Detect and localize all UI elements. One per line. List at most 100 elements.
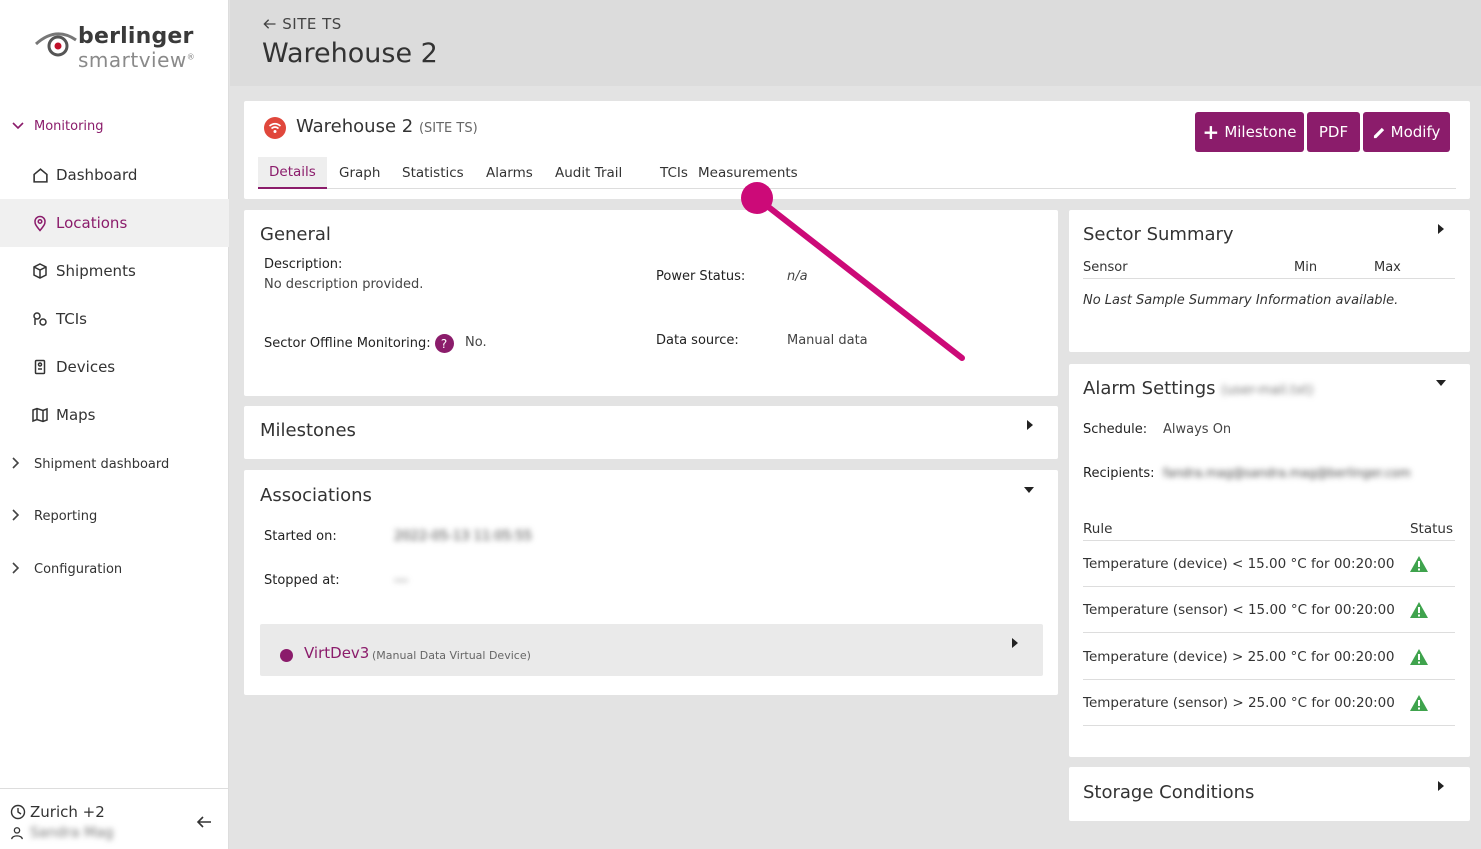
offline-monitoring-value: No. <box>465 335 487 350</box>
nav-group-label: Reporting <box>34 508 98 524</box>
current-user[interactable]: Sandra Mag <box>10 825 114 841</box>
sidebar-item-devices[interactable]: Devices <box>0 343 229 391</box>
nav-group-shipment-dashboard[interactable]: Shipment dashboard <box>0 454 229 474</box>
expand-right-icon[interactable] <box>1012 638 1018 648</box>
collapse-down-icon[interactable] <box>1436 380 1446 386</box>
nav-group-reporting[interactable]: Reporting <box>0 506 229 526</box>
sidebar-item-label: Locations <box>56 214 128 232</box>
power-status-label: Power Status: <box>656 269 746 284</box>
rule-text: Temperature (sensor) < 15.00 °C for 00:2… <box>1083 601 1395 618</box>
arrow-left-icon <box>263 19 276 29</box>
alarm-settings-card: Alarm Settings (user-mail.txt) Schedule:… <box>1069 364 1470 757</box>
warning-icon <box>1410 601 1428 618</box>
back-link-label: SITE TS <box>282 15 342 33</box>
data-source-value: Manual data <box>787 333 868 348</box>
pdf-button[interactable]: PDF <box>1307 112 1360 152</box>
brand-line1: berlinger <box>78 24 194 49</box>
expand-right-icon[interactable] <box>1438 781 1444 791</box>
started-on-value: 2022-05-13 11:05:55 <box>394 529 533 544</box>
col-status: Status <box>1409 521 1453 537</box>
sidebar-item-label: Shipments <box>56 262 136 280</box>
nav-group-label: Shipment dashboard <box>34 456 170 472</box>
warning-icon <box>1410 648 1428 665</box>
milestones-card[interactable]: Milestones <box>244 406 1058 459</box>
nav-group-label: Configuration <box>34 561 123 577</box>
rule-row[interactable]: Temperature (device) > 25.00 °C for 00:2… <box>1083 634 1455 680</box>
tab-audit-trail[interactable]: Audit Trail <box>544 157 633 189</box>
card-title: Associations <box>260 485 372 506</box>
device-icon <box>0 359 56 375</box>
sidebar-item-shipments[interactable]: Shipments <box>0 247 229 295</box>
device-type: (Manual Data Virtual Device) <box>372 649 531 662</box>
plus-icon: + <box>1202 120 1220 144</box>
modify-button[interactable]: Modify <box>1363 112 1450 152</box>
sidebar-item-locations[interactable]: Locations <box>0 199 229 247</box>
general-card: General Description: No description prov… <box>244 210 1058 396</box>
device-row[interactable]: VirtDev3 (Manual Data Virtual Device) <box>260 624 1043 676</box>
berlinger-logo[interactable]: berlinger smartview® <box>34 24 204 74</box>
sidebar-item-tcis[interactable]: TCIs <box>0 295 229 343</box>
stopped-at-label: Stopped at: <box>264 573 340 588</box>
add-milestone-button[interactable]: + Milestone <box>1195 112 1304 152</box>
power-status-value: n/a <box>787 269 808 284</box>
collapse-sidebar-button[interactable] <box>196 813 212 834</box>
card-title: Sector Summary <box>1083 224 1234 245</box>
card-title: Storage Conditions <box>1083 782 1255 803</box>
tab-graph[interactable]: Graph <box>328 157 391 189</box>
warning-icon <box>1410 555 1428 572</box>
help-icon[interactable]: ? <box>434 334 454 353</box>
expand-right-icon[interactable] <box>1438 224 1444 234</box>
rule-row[interactable]: Temperature (sensor) < 15.00 °C for 00:2… <box>1083 587 1455 633</box>
sidebar-item-label: Devices <box>56 358 116 376</box>
description-label: Description: <box>264 257 343 272</box>
home-icon <box>0 167 56 184</box>
rule-row[interactable]: Temperature (device) < 15.00 °C for 00:2… <box>1083 541 1455 587</box>
location-name: Warehouse 2 <box>296 116 414 137</box>
schedule-label: Schedule: <box>1083 422 1148 437</box>
summary-empty-text: No Last Sample Summary Information avail… <box>1083 293 1399 308</box>
arrow-left-icon <box>196 816 211 828</box>
sidebar-item-label: Dashboard <box>56 166 138 184</box>
sidebar-item-maps[interactable]: Maps <box>0 391 229 439</box>
chevron-right-icon <box>0 508 34 524</box>
device-status-dot <box>280 649 293 662</box>
clock-icon <box>10 804 26 820</box>
offline-monitoring-label: Sector Offline Monitoring:? <box>264 334 454 353</box>
rule-row[interactable]: Temperature (sensor) > 25.00 °C for 00:2… <box>1083 680 1455 726</box>
started-on-label: Started on: <box>264 529 337 544</box>
tab-statistics[interactable]: Statistics <box>391 157 475 189</box>
sidebar-item-dashboard[interactable]: Dashboard <box>0 151 229 199</box>
device-name[interactable]: VirtDev3 <box>304 644 369 662</box>
map-icon <box>0 407 56 423</box>
nav-group-configuration[interactable]: Configuration <box>0 559 229 579</box>
location-name-row: Warehouse 2 (SITE TS) <box>296 116 478 137</box>
collapse-down-icon[interactable] <box>1024 487 1034 493</box>
rule-text: Temperature (sensor) > 25.00 °C for 00:2… <box>1083 694 1395 711</box>
description-value: No description provided. <box>264 277 424 292</box>
timezone-label: Zurich +2 <box>30 803 105 821</box>
chevron-right-icon <box>0 456 34 472</box>
tab-details[interactable]: Details <box>258 157 327 189</box>
tab-bar: Details Graph Statistics Alarms Audit Tr… <box>258 157 1456 189</box>
tci-icon <box>0 311 56 327</box>
rule-text: Temperature (device) > 25.00 °C for 00:2… <box>1083 648 1395 665</box>
expand-right-icon[interactable] <box>1027 420 1033 430</box>
nav-group-label: Monitoring <box>34 118 104 134</box>
col-max: Max <box>1374 260 1401 275</box>
sector-summary-card: Sector Summary Sensor Min Max No Last Sa… <box>1069 210 1470 352</box>
chevron-right-icon <box>0 561 34 577</box>
tab-measurements[interactable]: Measurements <box>687 157 809 189</box>
timezone[interactable]: Zurich +2 <box>10 803 105 821</box>
nav-group-monitoring[interactable]: Monitoring <box>0 116 229 136</box>
col-rule: Rule <box>1083 521 1113 537</box>
location-site: (SITE TS) <box>418 121 478 136</box>
back-link[interactable]: SITE TS <box>262 15 342 33</box>
warning-icon <box>1410 694 1428 711</box>
storage-conditions-card[interactable]: Storage Conditions <box>1069 767 1470 821</box>
chevron-down-icon <box>0 119 34 133</box>
button-label: Milestone <box>1224 123 1297 141</box>
sidebar-item-label: TCIs <box>56 310 87 328</box>
rules-table-header: Rule Status <box>1083 521 1455 541</box>
tab-alarms[interactable]: Alarms <box>475 157 544 189</box>
eye-logo-icon <box>34 32 77 57</box>
